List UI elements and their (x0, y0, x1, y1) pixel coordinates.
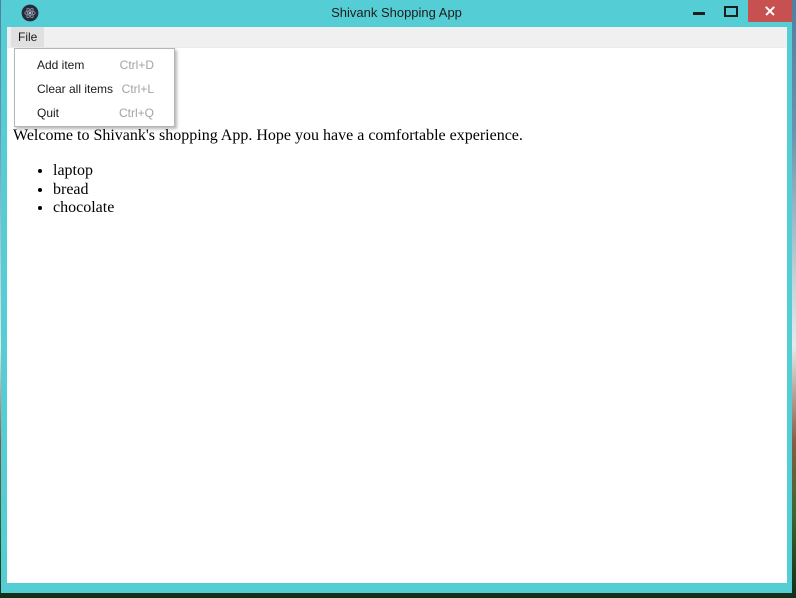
welcome-text: Welcome to Shivank's shopping App. Hope … (13, 127, 523, 144)
maximize-button[interactable] (714, 0, 748, 26)
menu-item-shortcut: Ctrl+L (121, 82, 154, 96)
file-menu-dropdown: Add item Ctrl+D Clear all items Ctrl+L Q… (14, 48, 175, 127)
shopping-list: laptop bread chocolate (13, 162, 777, 218)
minimize-icon (693, 12, 705, 15)
close-button[interactable] (748, 0, 792, 22)
menu-item-label: Quit (37, 106, 60, 120)
menu-item-label: Add item (37, 58, 85, 72)
menu-item-add-item[interactable]: Add item Ctrl+D (15, 53, 174, 77)
list-item: laptop (53, 162, 777, 181)
menu-item-label: Clear all items (37, 82, 114, 96)
menu-item-shortcut: Ctrl+Q (118, 106, 154, 120)
menu-file[interactable]: File (11, 27, 45, 47)
list-item: bread (53, 181, 777, 200)
menubar: File (7, 27, 787, 48)
menu-item-quit[interactable]: Quit Ctrl+Q (15, 101, 174, 125)
content-area: Welcome to Shivank's shopping App. Hope … (7, 48, 787, 583)
close-icon (764, 5, 776, 17)
list-item: chocolate (53, 199, 777, 218)
window-controls (684, 0, 792, 27)
menu-item-clear-all-items[interactable]: Clear all items Ctrl+L (15, 77, 174, 101)
minimize-button[interactable] (684, 0, 714, 26)
window-title: Shivank Shopping App (331, 5, 462, 20)
menu-item-shortcut: Ctrl+D (119, 58, 154, 72)
titlebar[interactable]: Shivank Shopping App (1, 0, 792, 27)
maximize-icon (724, 6, 738, 17)
